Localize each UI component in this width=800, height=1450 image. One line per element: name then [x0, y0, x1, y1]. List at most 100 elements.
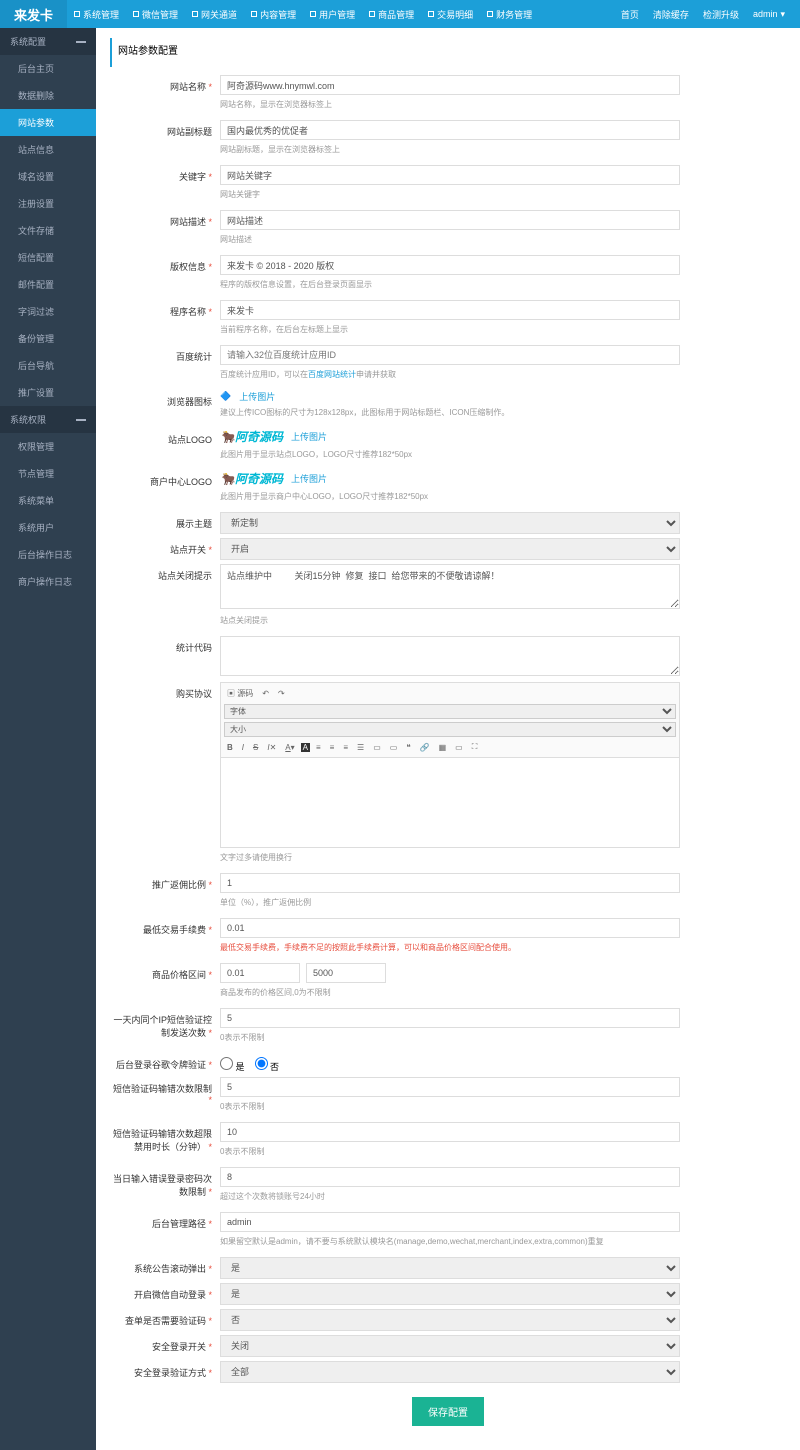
nav-user[interactable]: admin ▾	[746, 8, 792, 21]
font-select[interactable]: 字体	[224, 704, 676, 719]
side-home[interactable]: 后台主页	[0, 55, 96, 82]
menu-gateway[interactable]: 网关通道	[185, 8, 244, 21]
side-sysuser[interactable]: 系统用户	[0, 514, 96, 541]
side-site-params[interactable]: 网站参数	[0, 109, 96, 136]
admin-path-input[interactable]	[220, 1212, 680, 1232]
captcha-limit-input[interactable]	[220, 1077, 680, 1097]
image-icon[interactable]: ▭	[370, 741, 384, 754]
align-left-icon[interactable]: ≡	[313, 741, 324, 754]
minus-icon	[76, 419, 86, 421]
source-button[interactable]: ▣ 源码	[224, 686, 256, 701]
menu-product[interactable]: 商品管理	[362, 8, 421, 21]
top-menu: 系统管理 微信管理 网关通道 内容管理 用户管理 商品管理 交易明细 财务管理	[67, 8, 614, 21]
content: 网站参数配置 网站名称 *网站名称，显示在浏览器标签上 网站副标题网站副标题，显…	[96, 28, 800, 1450]
quote-icon[interactable]: ❝	[403, 741, 413, 754]
sidebar: 系统配置 后台主页 数据删除 网站参数 站点信息 域名设置 注册设置 文件存储 …	[0, 28, 96, 1450]
upload-merchant-logo-button[interactable]: 上传图片	[291, 472, 327, 485]
theme-select[interactable]: 新定制	[220, 512, 680, 534]
editor-body[interactable]	[220, 758, 680, 848]
captcha-ban-input[interactable]	[220, 1122, 680, 1142]
page-title: 网站参数配置	[110, 38, 786, 67]
side-node[interactable]: 节点管理	[0, 460, 96, 487]
nav-check-update[interactable]: 检测升级	[696, 8, 746, 21]
italic-icon[interactable]: I	[239, 741, 247, 754]
stat-code-textarea[interactable]	[220, 636, 680, 676]
align-center-icon[interactable]: ≡	[327, 741, 338, 754]
align-right-icon[interactable]: ≡	[340, 741, 351, 754]
close-tip-textarea[interactable]: 站点维护中 关闭15分钟 修复 接口 给您带来的不便敬请谅解！	[220, 564, 680, 609]
desc-input[interactable]	[220, 210, 680, 230]
side-merchant-log[interactable]: 商户操作日志	[0, 568, 96, 595]
side-domain[interactable]: 域名设置	[0, 163, 96, 190]
baidu-input[interactable]	[220, 345, 680, 365]
menu-wechat[interactable]: 微信管理	[126, 8, 185, 21]
nav-home[interactable]: 首页	[614, 8, 646, 21]
side-nav[interactable]: 后台导航	[0, 352, 96, 379]
side-sms[interactable]: 短信配置	[0, 244, 96, 271]
minus-icon	[76, 41, 86, 43]
size-select[interactable]: 大小	[224, 722, 676, 737]
side-group-config[interactable]: 系统配置	[0, 28, 96, 55]
table-icon[interactable]: ▦	[436, 741, 450, 754]
menu-system[interactable]: 系统管理	[67, 8, 126, 21]
code-icon[interactable]: ▭	[452, 741, 466, 754]
redo-icon[interactable]: ↷	[275, 687, 288, 700]
captcha-yes-radio[interactable]: 是	[220, 1057, 245, 1073]
site-name-input[interactable]	[220, 75, 680, 95]
side-menu[interactable]: 系统菜单	[0, 487, 96, 514]
side-delete[interactable]: 数据删除	[0, 82, 96, 109]
site-switch-select[interactable]: 开启	[220, 538, 680, 560]
baidu-link[interactable]: 百度网站统计	[308, 370, 356, 379]
top-bar: 来发卡 系统管理 微信管理 网关通道 内容管理 用户管理 商品管理 交易明细 财…	[0, 0, 800, 28]
safe-method-select[interactable]: 全部	[220, 1361, 680, 1383]
side-filter[interactable]: 字词过滤	[0, 298, 96, 325]
notice-select[interactable]: 是	[220, 1257, 680, 1279]
fullscreen-icon[interactable]: ⛶	[469, 740, 481, 754]
captcha-no-radio[interactable]: 否	[255, 1057, 280, 1073]
pwd-wrong-input[interactable]	[220, 1167, 680, 1187]
nav-clear-cache[interactable]: 清除缓存	[646, 8, 696, 21]
menu-user[interactable]: 用户管理	[303, 8, 362, 21]
favicon-icon: 🔷	[220, 391, 231, 402]
video-icon[interactable]: ▭	[387, 741, 401, 754]
upload-site-logo-button[interactable]: 上传图片	[291, 430, 327, 443]
query-captcha-select[interactable]: 否	[220, 1309, 680, 1331]
ip-limit-input[interactable]	[220, 1008, 680, 1028]
menu-finance[interactable]: 财务管理	[480, 8, 539, 21]
clear-icon[interactable]: I✕	[264, 741, 279, 754]
app-logo: 来发卡	[0, 0, 67, 28]
save-button[interactable]: 保存配置	[412, 1397, 484, 1426]
promotion-input[interactable]	[220, 873, 680, 893]
upload-favicon-button[interactable]: 上传图片	[239, 390, 275, 403]
price-min-input[interactable]	[220, 963, 300, 983]
safe-login-select[interactable]: 关闭	[220, 1335, 680, 1357]
wechat-auto-select[interactable]: 是	[220, 1283, 680, 1305]
side-group-auth[interactable]: 系统权限	[0, 406, 96, 433]
bgcolor-icon[interactable]: A	[301, 743, 310, 752]
link-icon[interactable]: 🔗	[417, 741, 433, 754]
menu-trade[interactable]: 交易明细	[421, 8, 480, 21]
side-site-info[interactable]: 站点信息	[0, 136, 96, 163]
list-icon[interactable]: ☰	[354, 741, 367, 754]
site-logo-preview: 🐂阿奇源码	[220, 428, 283, 445]
min-fee-input[interactable]	[220, 918, 680, 938]
color-icon[interactable]: A▾	[282, 741, 297, 754]
side-admin-log[interactable]: 后台操作日志	[0, 541, 96, 568]
subtitle-input[interactable]	[220, 120, 680, 140]
top-right: 首页 清除缓存 检测升级 admin ▾	[614, 8, 792, 21]
undo-icon[interactable]: ↶	[259, 687, 272, 700]
bold-icon[interactable]: B	[224, 741, 236, 754]
menu-content[interactable]: 内容管理	[244, 8, 303, 21]
side-storage[interactable]: 文件存储	[0, 217, 96, 244]
copyright-input[interactable]	[220, 255, 680, 275]
side-auth[interactable]: 权限管理	[0, 433, 96, 460]
strike-icon[interactable]: S	[250, 741, 261, 754]
price-max-input[interactable]	[306, 963, 386, 983]
keywords-input[interactable]	[220, 165, 680, 185]
side-email[interactable]: 邮件配置	[0, 271, 96, 298]
merchant-logo-preview: 🐂阿奇源码	[220, 470, 283, 487]
side-register[interactable]: 注册设置	[0, 190, 96, 217]
side-promotion[interactable]: 推广设置	[0, 379, 96, 406]
side-backup[interactable]: 备份管理	[0, 325, 96, 352]
app-name-input[interactable]	[220, 300, 680, 320]
